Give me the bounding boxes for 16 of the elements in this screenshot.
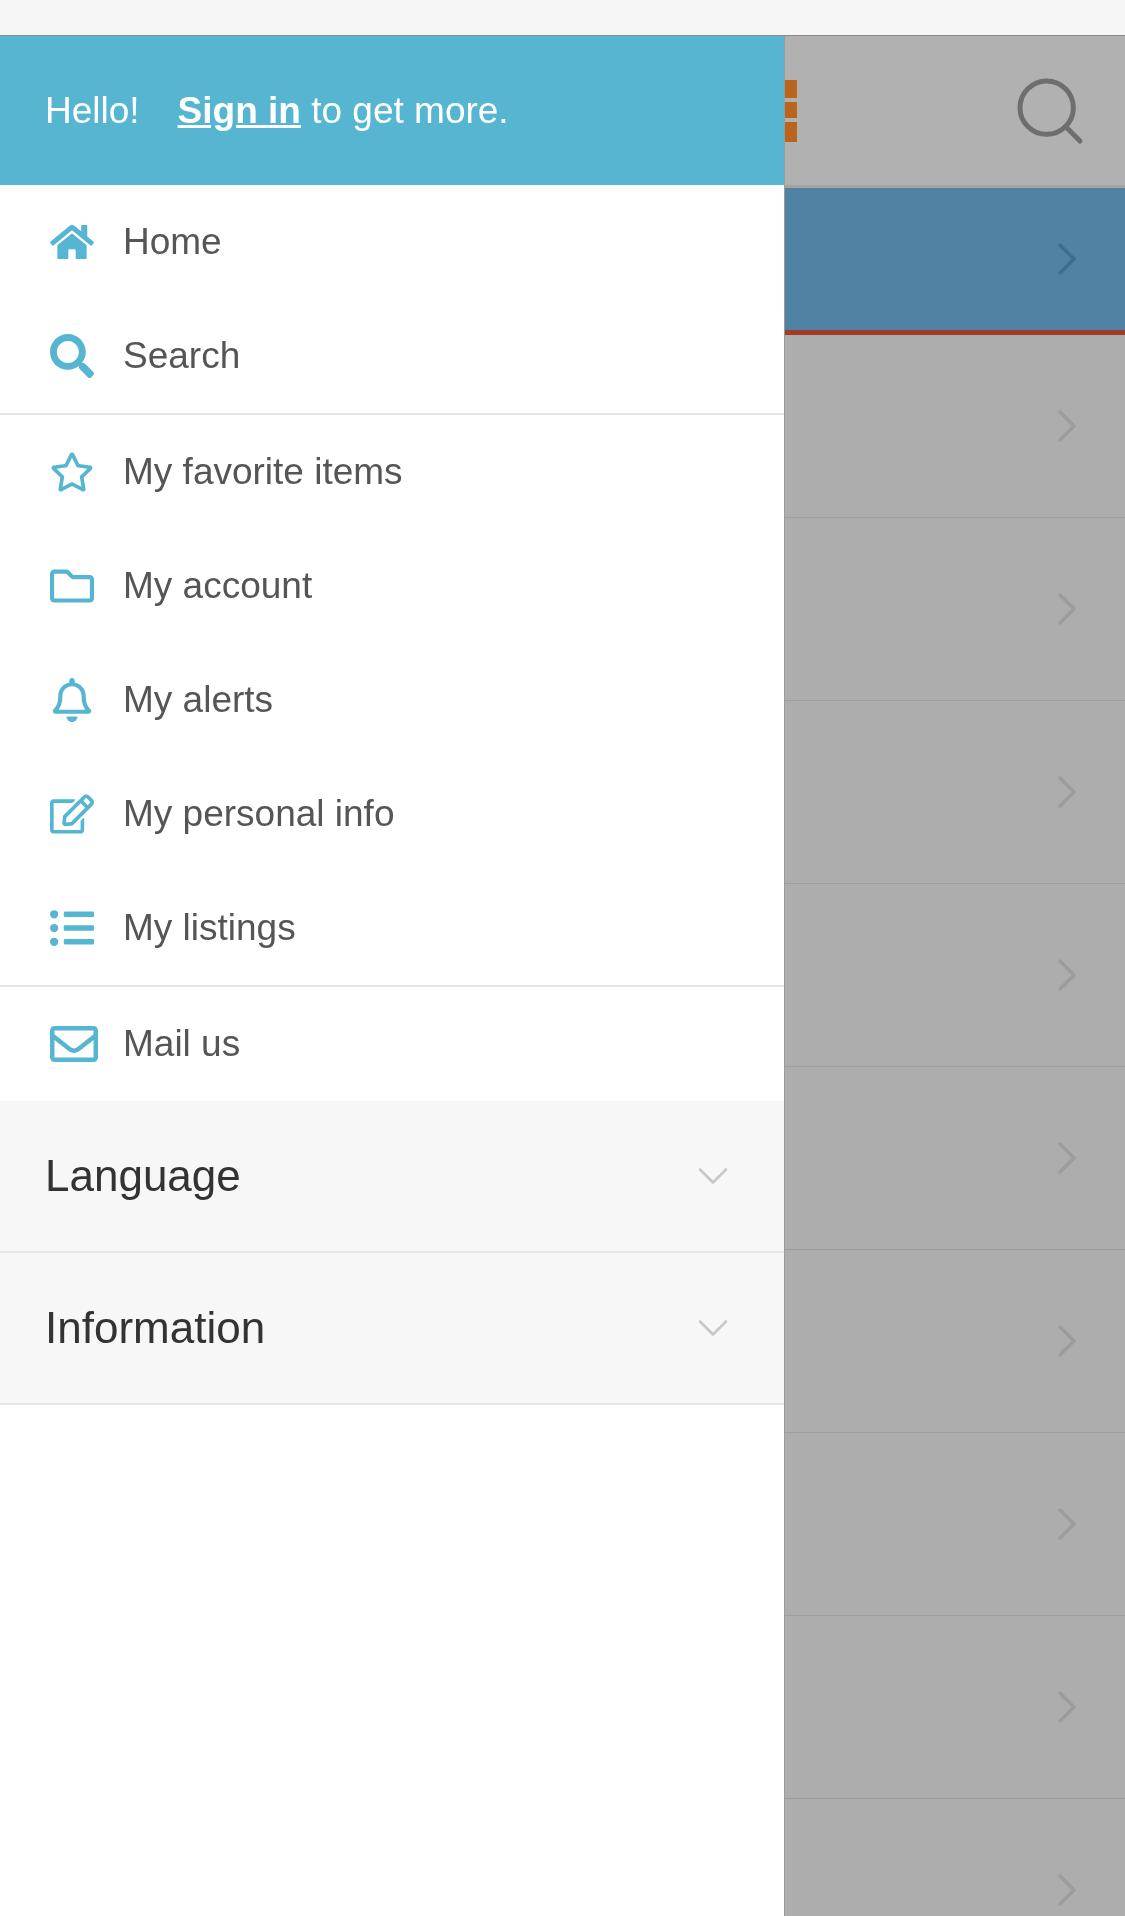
menu-item[interactable]: Search xyxy=(0,299,784,413)
menu-item[interactable]: Home xyxy=(0,185,784,299)
menu-item[interactable]: My account xyxy=(0,529,784,643)
menu-item[interactable]: Mail us xyxy=(0,987,784,1101)
accordion-section[interactable]: Language xyxy=(0,1101,784,1253)
menu-item[interactable]: My personal info xyxy=(0,757,784,871)
section-title: Language xyxy=(45,1151,241,1201)
menu-item[interactable]: My favorite items xyxy=(0,415,784,529)
accordion-section[interactable]: Information xyxy=(0,1253,784,1405)
section-title: Information xyxy=(45,1303,266,1353)
list-row[interactable] xyxy=(785,188,1125,335)
sign-in-prompt: Sign in to get more. xyxy=(177,89,509,132)
menu-item[interactable]: My alerts xyxy=(0,643,784,757)
menu-item[interactable]: My listings xyxy=(0,871,784,985)
greeting-text: Hello! xyxy=(45,89,140,132)
menu-icon[interactable] xyxy=(785,79,797,142)
